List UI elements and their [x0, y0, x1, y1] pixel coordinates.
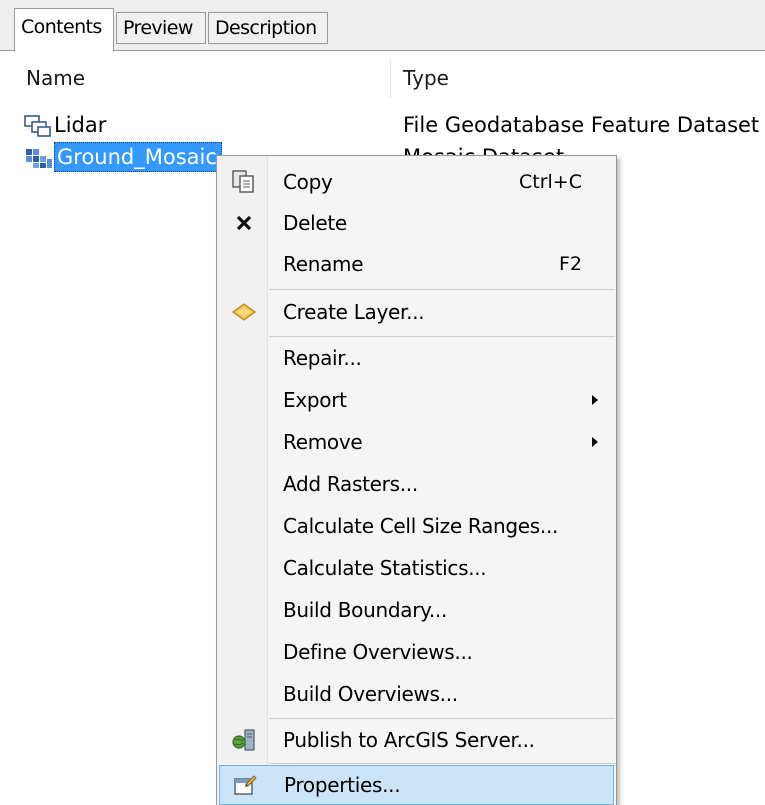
layer-icon [231, 299, 257, 325]
menu-item-label: Properties... [284, 773, 401, 797]
menu-item-label: Add Rasters... [283, 472, 418, 496]
menu-item-calculate-statistics[interactable]: Calculate Statistics... [219, 548, 614, 588]
delete-icon [231, 210, 257, 236]
menu-item-build-overviews[interactable]: Build Overviews... [219, 674, 614, 714]
mosaic-dataset-icon [24, 147, 54, 169]
menu-separator [269, 336, 615, 337]
menu-item-add-rasters[interactable]: Add Rasters... [219, 464, 614, 504]
menu-item-label: Rename [283, 252, 364, 276]
menu-item-create-layer[interactable]: Create Layer... [219, 292, 614, 332]
column-divider[interactable] [390, 60, 391, 98]
menu-item-calculate-cell-size-ranges[interactable]: Calculate Cell Size Ranges... [219, 506, 614, 546]
menu-item-label: Create Layer... [283, 300, 425, 324]
column-header-type[interactable]: Type [403, 66, 449, 90]
menu-item-remove[interactable]: Remove [219, 422, 614, 462]
feature-dataset-icon [24, 115, 54, 137]
context-menu: Copy Ctrl+C Delete Rename F2 Create Laye… [216, 155, 617, 805]
tab-contents[interactable]: Contents [14, 8, 114, 51]
copy-icon [231, 169, 257, 195]
row-name: Lidar [54, 113, 107, 137]
menu-item-copy[interactable]: Copy Ctrl+C [219, 162, 614, 202]
menu-item-label: Remove [283, 430, 363, 454]
properties-icon [232, 772, 258, 798]
menu-item-properties[interactable]: Properties... [219, 765, 614, 805]
tab-strip: Contents Preview Description [0, 0, 765, 51]
menu-item-label: Copy [283, 170, 333, 194]
menu-item-delete[interactable]: Delete [219, 203, 614, 243]
menu-item-publish-to-arcgis-server[interactable]: Publish to ArcGIS Server... [219, 720, 614, 760]
menu-item-label: Define Overviews... [283, 640, 473, 664]
menu-item-build-boundary[interactable]: Build Boundary... [219, 590, 614, 630]
menu-item-label: Repair... [283, 346, 362, 370]
menu-item-shortcut: F2 [558, 253, 582, 275]
menu-separator [269, 289, 615, 290]
tab-description[interactable]: Description [208, 12, 328, 44]
publish-icon [231, 727, 257, 753]
menu-item-label: Delete [283, 211, 347, 235]
submenu-arrow-icon [592, 437, 598, 447]
menu-item-rename[interactable]: Rename F2 [219, 244, 614, 284]
menu-item-export[interactable]: Export [219, 380, 614, 420]
row-type: File Geodatabase Feature Dataset [403, 113, 760, 137]
column-header-name[interactable]: Name [26, 66, 85, 90]
menu-item-label: Build Overviews... [283, 682, 458, 706]
menu-item-repair[interactable]: Repair... [219, 338, 614, 378]
menu-separator [269, 763, 615, 764]
menu-item-define-overviews[interactable]: Define Overviews... [219, 632, 614, 672]
menu-item-shortcut: Ctrl+C [519, 171, 582, 193]
row-name-selected: Ground_Mosaic [54, 142, 222, 172]
submenu-arrow-icon [592, 395, 598, 405]
tab-preview[interactable]: Preview [116, 12, 206, 44]
menu-item-label: Export [283, 388, 347, 412]
menu-separator [269, 718, 615, 719]
menu-item-label: Calculate Statistics... [283, 556, 487, 580]
menu-item-label: Calculate Cell Size Ranges... [283, 514, 559, 538]
menu-item-label: Publish to ArcGIS Server... [283, 728, 535, 752]
menu-item-label: Build Boundary... [283, 598, 448, 622]
